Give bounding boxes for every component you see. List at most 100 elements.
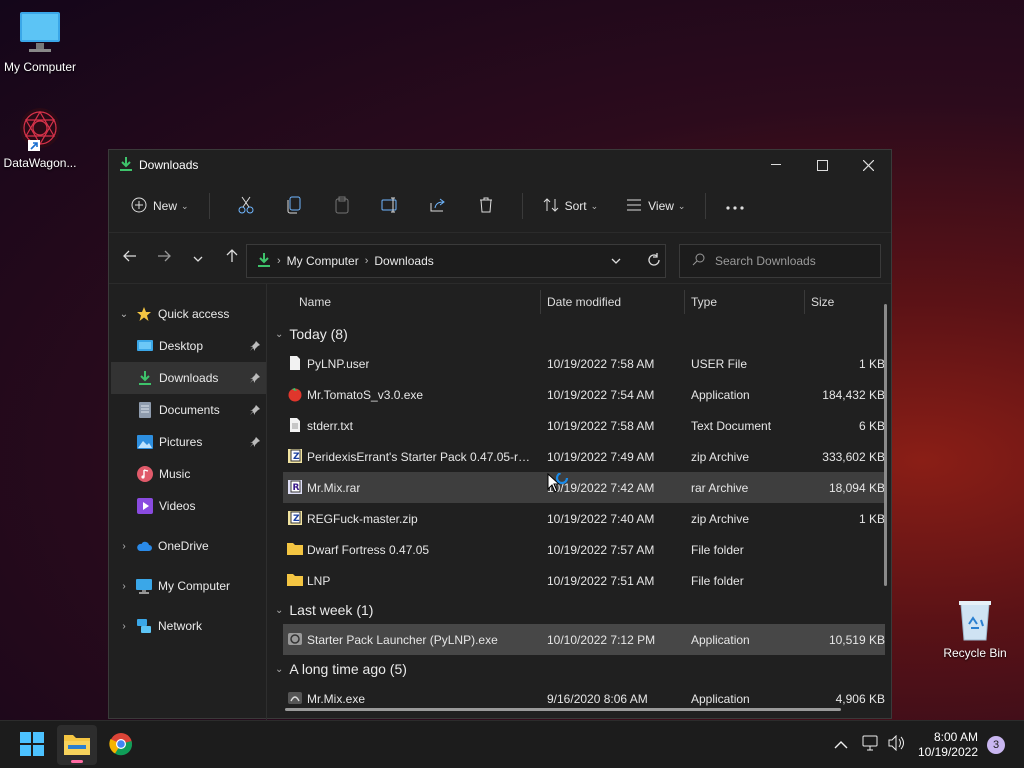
column-header-name[interactable]: Name	[299, 295, 331, 309]
sidebar-item-network[interactable]: › Network	[109, 610, 266, 642]
arrow-right-icon	[157, 250, 171, 265]
table-row[interactable]: Z PeridexisErrant's Starter Pack 0.47.05…	[283, 441, 885, 472]
address-bar[interactable]: › My Computer › Downloads	[246, 244, 666, 278]
svg-text:R: R	[293, 483, 300, 493]
notification-badge[interactable]: 3	[987, 736, 1005, 754]
datawagon-shortcut-icon	[16, 106, 64, 152]
sidebar-item-label: Pictures	[159, 435, 203, 449]
file-name: Mr.Mix.exe	[307, 692, 366, 706]
sidebar-item-downloads[interactable]: Downloads	[111, 362, 266, 394]
share-button[interactable]	[414, 189, 462, 223]
sidebar-item-desktop[interactable]: Desktop	[109, 330, 266, 362]
monitor-icon	[136, 578, 152, 594]
desktop-icon-my-computer[interactable]: My Computer	[0, 10, 80, 74]
sidebar-item-my-computer[interactable]: › My Computer	[109, 570, 266, 602]
refresh-button[interactable]	[637, 244, 671, 278]
column-divider[interactable]	[540, 290, 541, 314]
folder-icon	[287, 541, 303, 557]
column-header-date[interactable]: Date modified	[547, 295, 621, 309]
chevron-right-icon[interactable]: ›	[118, 581, 130, 592]
vertical-scrollbar[interactable]	[884, 304, 887, 586]
chevron-down-icon[interactable]: ⌄	[118, 309, 130, 320]
sidebar-item-videos[interactable]: Videos	[109, 490, 266, 522]
breadcrumb-my-computer[interactable]: My Computer	[287, 254, 359, 268]
table-row[interactable]: R Mr.Mix.rar 10/19/2022 7:42 AM rar Arch…	[283, 472, 885, 503]
column-divider[interactable]	[804, 290, 805, 314]
column-divider[interactable]	[684, 290, 685, 314]
address-dropdown-icon[interactable]	[611, 256, 621, 267]
copy-icon	[286, 196, 302, 217]
new-button[interactable]: New ⌄	[123, 189, 197, 223]
file-size: 333,602 KB	[822, 450, 885, 464]
back-button[interactable]	[115, 243, 145, 273]
clock-date: 10/19/2022	[917, 745, 978, 759]
sort-button[interactable]: Sort ⌄	[535, 189, 607, 223]
search-input[interactable]	[715, 254, 865, 268]
desktop-icon-recycle-bin[interactable]: Recycle Bin	[935, 598, 1015, 660]
table-row[interactable]: Dwarf Fortress 0.47.05 10/19/2022 7:57 A…	[283, 534, 885, 565]
text-file-icon	[287, 417, 303, 433]
file-size: 10,519 KB	[828, 633, 885, 647]
desktop-icon-label: Recycle Bin	[943, 646, 1007, 660]
table-row[interactable]: stderr.txt 10/19/2022 7:58 AM Text Docum…	[283, 410, 885, 441]
delete-button[interactable]	[462, 189, 510, 223]
chevron-down-icon: ⌄	[181, 200, 189, 211]
network-status-icon[interactable]	[862, 735, 880, 754]
more-options-button[interactable]	[718, 189, 752, 223]
recent-locations-button[interactable]	[183, 243, 213, 273]
chevron-up-icon[interactable]	[834, 738, 848, 752]
group-header-long-time-ago[interactable]: ⌄ A long time ago (5)	[269, 655, 891, 683]
rename-icon	[381, 197, 399, 216]
chevron-right-icon[interactable]: ›	[118, 541, 130, 552]
close-button[interactable]	[845, 150, 891, 180]
file-date: 10/19/2022 7:49 AM	[547, 450, 655, 464]
sidebar-item-quick-access[interactable]: ⌄ Quick access	[109, 298, 266, 330]
network-icon	[136, 618, 152, 634]
group-label: Last week (1)	[289, 602, 374, 618]
cut-button[interactable]	[222, 189, 270, 223]
file-name: PeridexisErrant's Starter Pack 0.47.05-r…	[307, 450, 533, 464]
copy-button[interactable]	[270, 189, 318, 223]
file-name: Dwarf Fortress 0.47.05	[307, 543, 430, 557]
minimize-button[interactable]	[753, 150, 799, 180]
file-size: 184,432 KB	[822, 388, 885, 402]
file-type: zip Archive	[691, 450, 750, 464]
paste-button[interactable]	[318, 189, 366, 223]
table-row[interactable]: Starter Pack Launcher (PyLNP).exe 10/10/…	[283, 624, 885, 655]
breadcrumb-downloads[interactable]: Downloads	[374, 254, 433, 268]
taskbar-clock[interactable]: 8:00 AM 10/19/2022	[918, 730, 978, 760]
sidebar-item-onedrive[interactable]: › OneDrive	[109, 530, 266, 562]
table-row[interactable]: Mr.TomatoS_v3.0.exe 10/19/2022 7:54 AM A…	[283, 379, 885, 410]
title-bar[interactable]: Downloads	[109, 150, 891, 180]
group-header-last-week[interactable]: ⌄ Last week (1)	[269, 596, 891, 624]
sidebar-item-documents[interactable]: Documents	[109, 394, 266, 426]
table-row[interactable]: Z REGFuck-master.zip 10/19/2022 7:40 AM …	[283, 503, 885, 534]
table-row[interactable]: PyLNP.user 10/19/2022 7:58 AM USER File …	[283, 348, 885, 379]
start-button[interactable]	[12, 725, 52, 765]
horizontal-scrollbar[interactable]	[285, 708, 841, 711]
folder-icon	[64, 733, 90, 758]
maximize-button[interactable]	[799, 150, 845, 180]
view-button[interactable]: View ⌄	[618, 189, 693, 223]
pin-icon	[250, 404, 260, 418]
search-box[interactable]	[679, 244, 881, 278]
view-button-label: View	[648, 199, 674, 213]
taskbar-chrome[interactable]	[101, 725, 141, 765]
volume-icon[interactable]	[888, 734, 906, 754]
desktop-icon-datawagon[interactable]: DataWagon...	[0, 106, 80, 170]
sidebar-item-pictures[interactable]: Pictures	[109, 426, 266, 458]
file-type: rar Archive	[691, 481, 749, 495]
folder-icon	[287, 572, 303, 588]
column-header-size[interactable]: Size	[811, 295, 834, 309]
column-header-type[interactable]: Type	[691, 295, 717, 309]
table-row[interactable]: LNP 10/19/2022 7:51 AM File folder	[283, 565, 885, 596]
arrow-up-icon	[226, 249, 238, 266]
rename-button[interactable]	[366, 189, 414, 223]
taskbar-file-explorer[interactable]	[57, 725, 97, 765]
up-button[interactable]	[217, 243, 247, 273]
chevron-right-icon[interactable]: ›	[118, 621, 130, 632]
forward-button[interactable]	[149, 243, 179, 273]
window-title: Downloads	[139, 158, 199, 172]
sidebar-item-music[interactable]: Music	[109, 458, 266, 490]
group-header-today[interactable]: ⌄ Today (8)	[269, 320, 891, 348]
